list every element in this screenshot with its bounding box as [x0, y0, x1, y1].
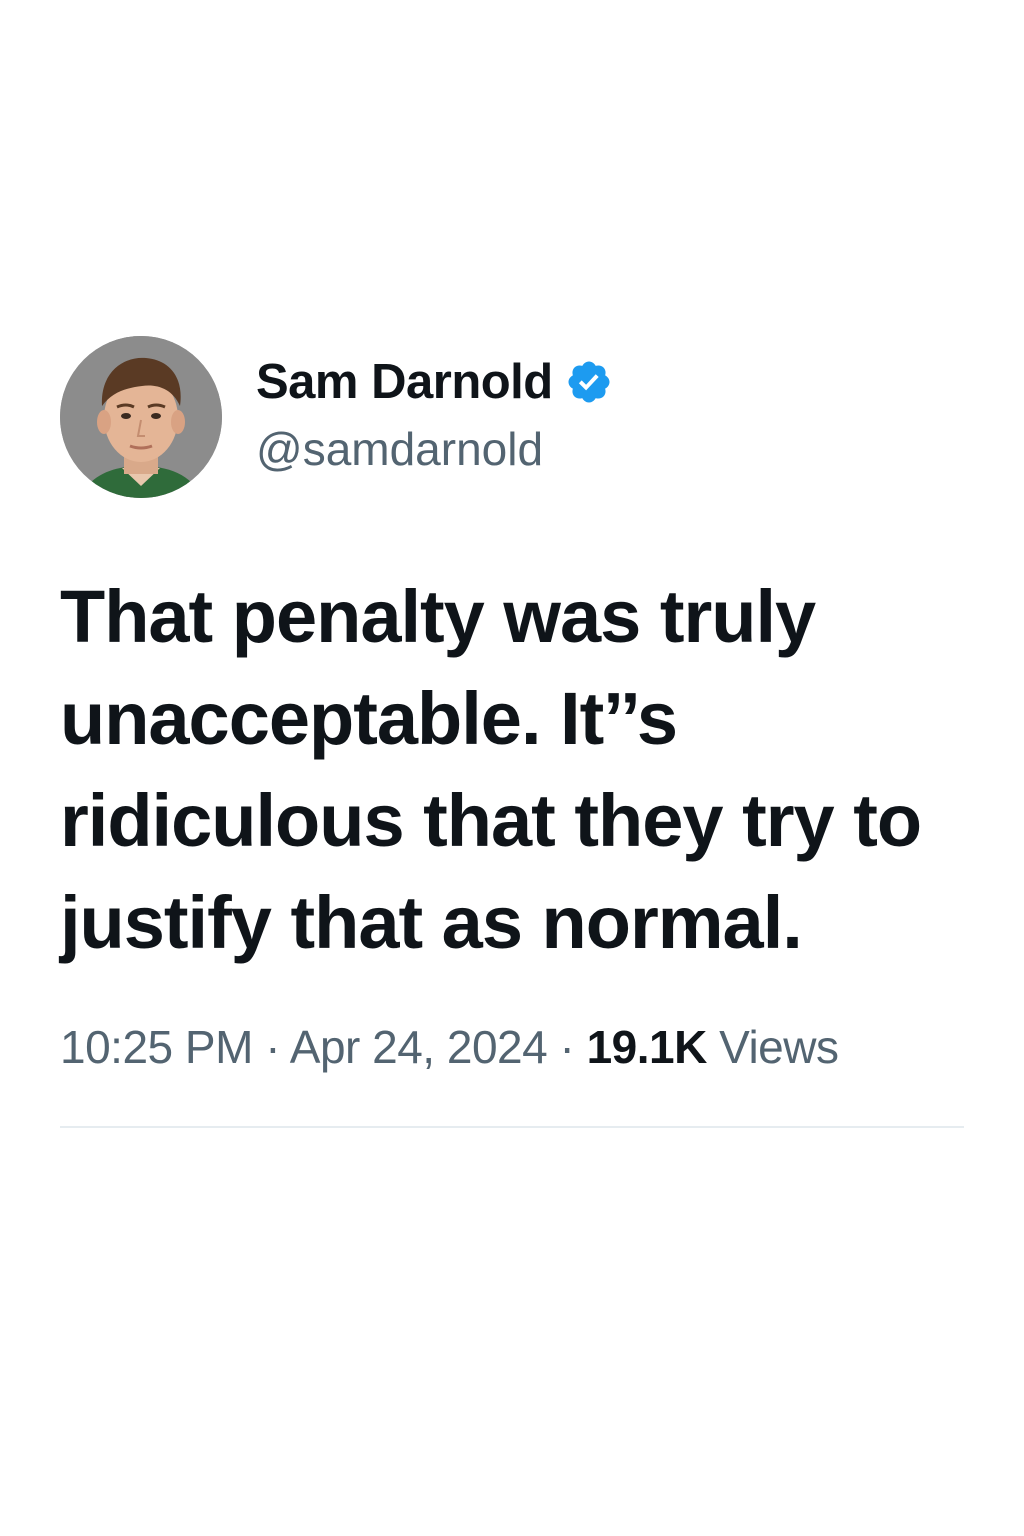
tweet-text: That penalty was truly unacceptable. It’…	[60, 575, 922, 964]
views-label: Views	[719, 1021, 839, 1073]
name-row: Sam Darnold	[256, 352, 613, 412]
meta-separator: ·	[559, 1021, 575, 1073]
views-count[interactable]: 19.1K	[587, 1021, 708, 1073]
avatar-image	[60, 336, 222, 498]
verified-badge-icon	[565, 358, 613, 406]
author-handle[interactable]: @samdarnold	[256, 422, 613, 476]
tweet-time[interactable]: 10:25 PM	[60, 1021, 253, 1073]
tweet-card: Sam Darnold @samdarnold That penalty was…	[60, 336, 964, 1074]
author-display-name[interactable]: Sam Darnold	[256, 354, 553, 410]
tweet-meta: 10:25 PM · Apr 24, 2024 · 19.1K Views	[60, 1020, 964, 1074]
divider	[60, 1126, 964, 1128]
meta-separator: ·	[265, 1021, 281, 1073]
author-info: Sam Darnold @samdarnold	[256, 352, 613, 476]
avatar[interactable]	[60, 336, 222, 498]
tweet-header: Sam Darnold @samdarnold	[60, 336, 964, 498]
tweet-date[interactable]: Apr 24, 2024	[290, 1021, 548, 1073]
